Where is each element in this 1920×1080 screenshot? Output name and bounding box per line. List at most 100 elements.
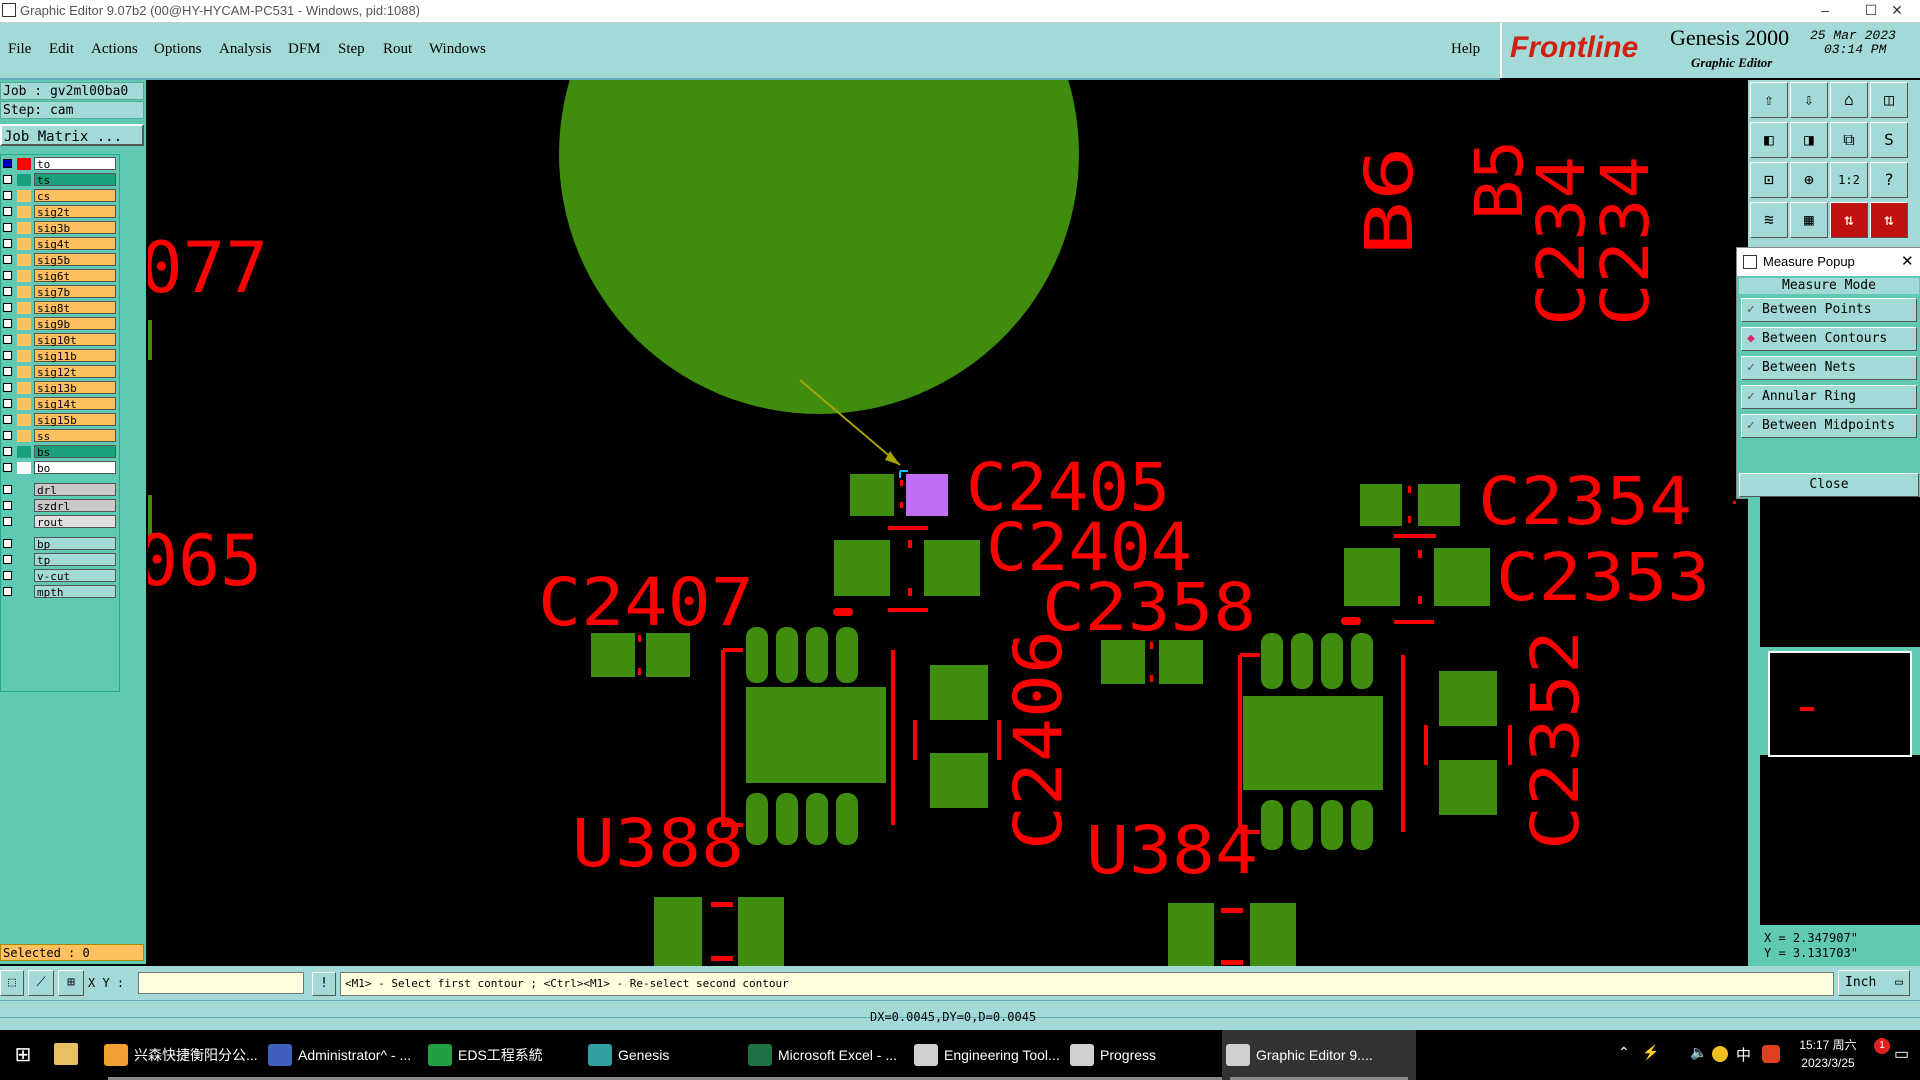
tool-zoom-fit-icon[interactable]: ⊡ (1750, 162, 1788, 198)
layer-name[interactable]: bs (34, 445, 116, 459)
menu-actions[interactable]: Actions (91, 41, 138, 58)
layer-color-swatch[interactable] (17, 174, 31, 186)
layer-row-v-cut[interactable]: v-cut (1, 569, 117, 583)
tool-pan-left-icon[interactable]: ◧ (1750, 122, 1788, 158)
mode-between-points[interactable]: ✓ Between Points (1741, 298, 1917, 322)
layer-color-swatch[interactable] (17, 238, 31, 250)
layer-color-swatch[interactable] (17, 254, 31, 266)
tool-pan-right-icon[interactable]: ◨ (1790, 122, 1828, 158)
menu-rout[interactable]: Rout (383, 41, 412, 58)
overview-map[interactable] (1768, 651, 1912, 757)
clock[interactable]: 15:17 周六 2023/3/25 (1788, 1036, 1868, 1072)
layer-checkbox[interactable] (3, 159, 12, 168)
layer-checkbox[interactable] (3, 239, 12, 248)
layer-color-swatch[interactable] (17, 286, 31, 298)
layer-checkbox[interactable] (3, 555, 12, 564)
taskbar-app[interactable]: Progress (1066, 1030, 1248, 1080)
layer-row-sig9b[interactable]: sig9b (1, 317, 117, 331)
layer-checkbox[interactable] (3, 207, 12, 216)
sogou-icon[interactable] (1762, 1045, 1780, 1063)
tool-grid-icon[interactable]: ▦ (1790, 202, 1828, 238)
tool-snap-icon[interactable]: S (1870, 122, 1908, 158)
taskbar-app[interactable]: 兴森快捷衡阳分公... (100, 1030, 290, 1080)
grid-tool-icon[interactable]: ⊞ (58, 970, 84, 996)
layer-name[interactable]: drl (34, 483, 116, 497)
layer-name[interactable]: v-cut (34, 569, 116, 583)
measure-close-button[interactable]: Close (1739, 473, 1919, 497)
units-button[interactable]: Inch ▭ (1838, 970, 1910, 996)
mode-between-midpoints[interactable]: ✓ Between Midpoints (1741, 414, 1917, 438)
taskbar-app[interactable]: Genesis (584, 1030, 770, 1080)
layer-name[interactable]: sig3b (34, 221, 116, 235)
layer-checkbox[interactable] (3, 447, 12, 456)
alert-icon[interactable]: ! (312, 972, 336, 996)
layer-checkbox[interactable] (3, 223, 12, 232)
layer-row-sig12t[interactable]: sig12t (1, 365, 117, 379)
layer-color-swatch[interactable] (17, 446, 31, 458)
layer-row-sig4t[interactable]: sig4t (1, 237, 117, 251)
measure-tool-icon[interactable]: ⟋ (28, 970, 54, 996)
tool-net-icon[interactable]: ⇅ (1830, 202, 1868, 238)
graphic-canvas[interactable]: 077 065 C2405 C2404 C2354 C2353 C2407 C2… (136, 0, 1748, 967)
layer-row-drl[interactable]: drl (1, 483, 117, 497)
layer-color-swatch[interactable] (17, 190, 31, 202)
xy-input[interactable] (138, 972, 304, 994)
file-explorer-icon[interactable] (54, 1043, 78, 1065)
layer-color-swatch[interactable] (17, 222, 31, 234)
layer-row-tp[interactable]: tp (1, 553, 117, 567)
layer-color-swatch[interactable] (17, 318, 31, 330)
layer-color-swatch[interactable] (17, 414, 31, 426)
layer-checkbox[interactable] (3, 539, 12, 548)
tool-layers-icon[interactable]: ≋ (1750, 202, 1788, 238)
layer-checkbox[interactable] (3, 175, 12, 184)
tool-net2-icon[interactable]: ⇅ (1870, 202, 1908, 238)
layer-row-bo[interactable]: bo (1, 461, 117, 475)
emoji-icon[interactable] (1712, 1046, 1728, 1062)
layer-name[interactable]: ss (34, 429, 116, 443)
menu-help[interactable]: Help (1451, 41, 1480, 58)
layer-row-sig10t[interactable]: sig10t (1, 333, 117, 347)
layer-name[interactable]: sig11b (34, 349, 116, 363)
layer-row-sig2t[interactable]: sig2t (1, 205, 117, 219)
layer-name[interactable]: sig10t (34, 333, 116, 347)
layer-name[interactable]: sig6t (34, 269, 116, 283)
layer-name[interactable]: cs (34, 189, 116, 203)
layer-color-swatch[interactable] (17, 398, 31, 410)
layer-checkbox[interactable] (3, 463, 12, 472)
layer-checkbox[interactable] (3, 191, 12, 200)
layer-row-cs[interactable]: cs (1, 189, 117, 203)
layer-checkbox[interactable] (3, 587, 12, 596)
layer-row-sig5b[interactable]: sig5b (1, 253, 117, 267)
menu-dfm[interactable]: DFM (288, 41, 321, 58)
layer-color-swatch[interactable] (17, 158, 31, 170)
start-button[interactable]: ⊞ (0, 1030, 46, 1080)
tool-layer-up-icon[interactable]: ⇧ (1750, 82, 1788, 118)
step-field[interactable]: Step: cam (0, 101, 144, 119)
layer-checkbox[interactable] (3, 367, 12, 376)
select-tool-icon[interactable]: ⬚ (0, 970, 24, 996)
layer-name[interactable]: sig7b (34, 285, 116, 299)
layer-row-sig11b[interactable]: sig11b (1, 349, 117, 363)
taskbar-app[interactable]: Administrator^ - ... (264, 1030, 450, 1080)
volume-icon[interactable]: 🔈 (1690, 1044, 1707, 1061)
layer-checkbox[interactable] (3, 303, 12, 312)
layer-name[interactable]: bo (34, 461, 116, 475)
minimize-button[interactable]: – (1802, 0, 1848, 22)
layer-row-sig3b[interactable]: sig3b (1, 221, 117, 235)
layer-row-sig6t[interactable]: sig6t (1, 269, 117, 283)
layer-color-swatch[interactable] (17, 334, 31, 346)
layer-name[interactable]: sig14t (34, 397, 116, 411)
layer-checkbox[interactable] (3, 517, 12, 526)
layer-checkbox[interactable] (3, 415, 12, 424)
tray-app-icon[interactable]: ⚡ (1642, 1044, 1659, 1061)
layer-row-sig7b[interactable]: sig7b (1, 285, 117, 299)
layer-checkbox[interactable] (3, 287, 12, 296)
layer-name[interactable]: sig9b (34, 317, 116, 331)
layer-checkbox[interactable] (3, 485, 12, 494)
layer-color-swatch[interactable] (17, 270, 31, 282)
layer-color-swatch[interactable] (17, 382, 31, 394)
layer-checkbox[interactable] (3, 399, 12, 408)
layer-checkbox[interactable] (3, 431, 12, 440)
ime-indicator[interactable]: 中 (1736, 1044, 1751, 1065)
mode-between-contours[interactable]: ◆ Between Contours (1741, 327, 1917, 351)
